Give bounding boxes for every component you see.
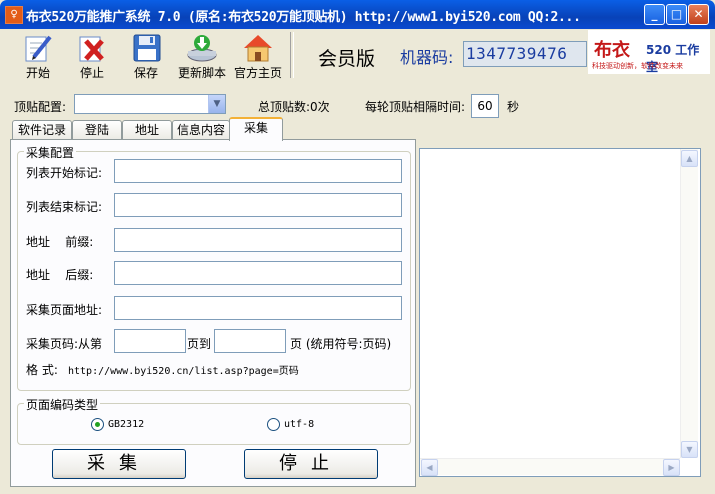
page-to-input[interactable] (214, 329, 286, 353)
vertical-scrollbar[interactable]: ▲ ▼ (680, 149, 698, 458)
seconds-label: 秒 (507, 100, 520, 114)
maximize-button[interactable]: □ (666, 4, 687, 25)
home-page-label: 官方主页 (233, 66, 282, 80)
horizontal-scrollbar[interactable]: ◀ ▶ (420, 458, 680, 476)
studio-logo: 布衣 520 工作室 科技驱动创新，软件改变未来 (588, 30, 710, 74)
machine-code-label: 机器码: (400, 48, 454, 67)
utf8-label[interactable]: utf-8 (284, 419, 314, 430)
list-end-label: 列表结束标记: (26, 200, 103, 214)
page-unit-hint: 页 (统用符号:页码) (290, 337, 392, 351)
gb2312-radio[interactable] (91, 418, 104, 431)
tab-login[interactable]: 登陆 (72, 120, 122, 139)
tab-address[interactable]: 地址 (122, 120, 172, 139)
save-label: 保存 (133, 66, 158, 80)
post-config-label: 顶贴配置: (14, 100, 67, 114)
logo-main-text: 布衣 (594, 40, 630, 61)
list-start-input[interactable] (114, 159, 402, 183)
format-example: http://www.byi520.cn/list.asp?page=页码 (68, 366, 299, 377)
collected-results-list[interactable] (419, 148, 701, 477)
house-icon (242, 33, 274, 63)
encoding-title: 页面编码类型 (24, 396, 101, 413)
collect-button[interactable]: 采集 (52, 449, 186, 479)
title-bar[interactable]: ♀ 布衣520万能推广系统 7.0 (原名:布衣520万能顶贴机) http:/… (0, 0, 715, 29)
toolbar-separator (290, 32, 294, 78)
home-page-button[interactable]: 官方主页 (230, 31, 286, 81)
scroll-up-icon[interactable]: ▲ (681, 150, 698, 167)
update-script-label: 更新脚本 (177, 66, 226, 80)
stop-x-icon (76, 33, 108, 63)
scroll-right-icon[interactable]: ▶ (663, 459, 680, 476)
utf8-radio[interactable] (267, 418, 280, 431)
save-button[interactable]: 保存 (118, 31, 174, 81)
chevron-down-icon[interactable]: ▼ (208, 95, 225, 113)
interval-label: 每轮顶贴相隔时间: (365, 100, 466, 114)
pencil-paper-icon (22, 33, 54, 63)
page-from-input[interactable] (114, 329, 186, 353)
interval-input[interactable]: 60 (471, 94, 499, 118)
edition-label: 会员版 (318, 48, 376, 70)
collect-page-url-label: 采集页面地址: (26, 303, 103, 317)
total-posts-label: 总顶贴数:0次 (258, 100, 330, 114)
window-title: 布衣520万能推广系统 7.0 (原名:布衣520万能顶贴机) http://w… (26, 10, 581, 25)
address-suffix-input[interactable] (114, 261, 402, 285)
stop-collect-button[interactable]: 停止 (244, 449, 378, 479)
logo-tagline: 科技驱动创新，软件改变未来 (592, 62, 683, 70)
stop-label: 停止 (79, 66, 104, 80)
start-label: 开始 (25, 66, 50, 80)
gb2312-label[interactable]: GB2312 (108, 419, 144, 430)
page-to-label: 页到 (187, 337, 212, 351)
list-start-label: 列表开始标记: (26, 166, 103, 180)
collect-page-url-input[interactable] (114, 296, 402, 320)
scroll-left-icon[interactable]: ◀ (421, 459, 438, 476)
minimize-button[interactable]: _ (644, 4, 665, 25)
address-prefix-input[interactable] (114, 228, 402, 252)
address-suffix-label: 地址 后缀: (26, 268, 94, 282)
stop-button[interactable]: 停止 (64, 31, 120, 81)
machine-code-field[interactable]: 1347739476 (463, 41, 587, 67)
start-button[interactable]: 开始 (10, 31, 66, 81)
floppy-disk-icon (130, 33, 162, 63)
format-label: 格 式: (26, 363, 58, 377)
post-config-dropdown[interactable]: ▼ (74, 94, 226, 114)
tab-collect[interactable]: 采集 (229, 117, 283, 141)
address-prefix-label: 地址 前缀: (26, 235, 94, 249)
page-range-label: 采集页码:从第 (26, 337, 103, 351)
tab-software-log[interactable]: 软件记录 (12, 120, 72, 139)
scroll-down-icon[interactable]: ▼ (681, 441, 698, 458)
close-button[interactable]: ✕ (688, 4, 709, 25)
list-end-input[interactable] (114, 193, 402, 217)
collect-config-title: 采集配置 (24, 144, 77, 161)
download-drive-icon (186, 33, 218, 63)
app-icon[interactable]: ♀ (5, 6, 23, 24)
tab-message-content[interactable]: 信息内容 (172, 120, 230, 139)
update-script-button[interactable]: 更新脚本 (174, 31, 230, 81)
